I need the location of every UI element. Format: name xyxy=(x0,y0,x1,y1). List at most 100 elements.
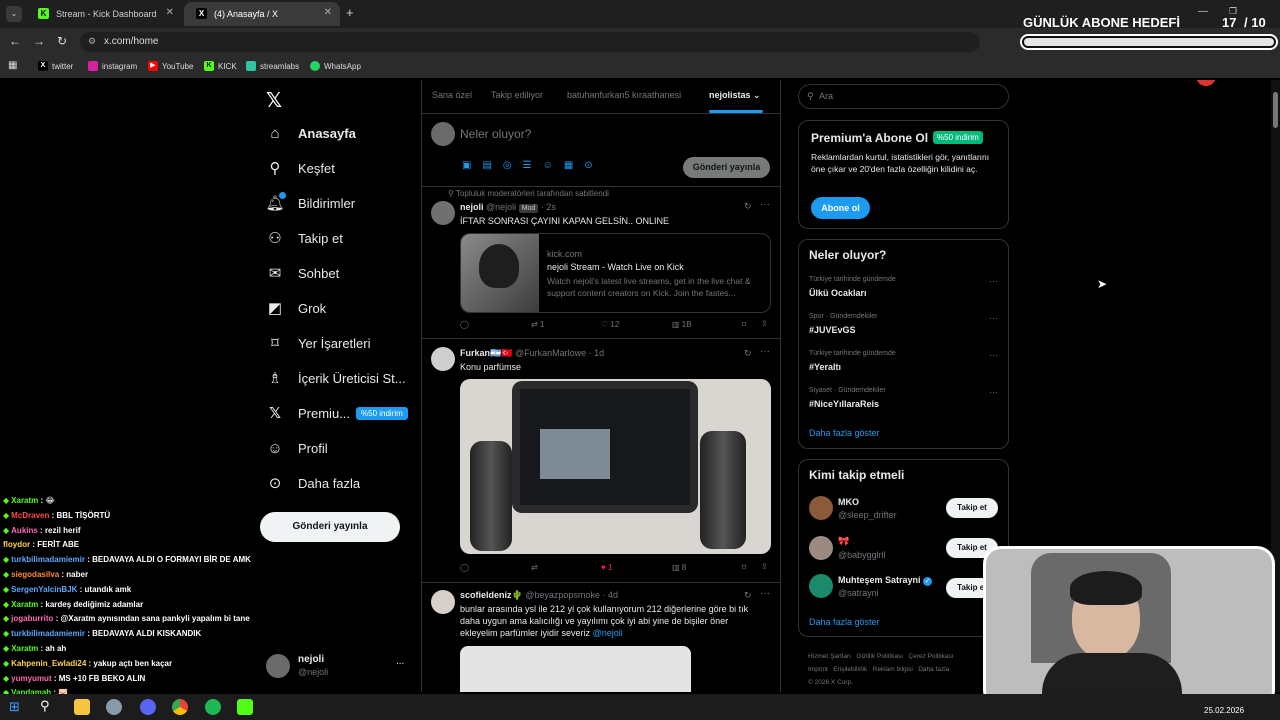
grok-icon[interactable]: ◎ xyxy=(503,160,523,171)
suggested-user-name[interactable]: Muhteşem Satrayni xyxy=(838,575,921,585)
x-logo-icon[interactable]: 𝕏 xyxy=(266,88,282,113)
compose-input[interactable]: Neler oluyor? xyxy=(460,127,531,141)
subscribe-button[interactable]: Abone ol xyxy=(811,197,870,219)
footer-link[interactable]: Çerez Politikası xyxy=(908,653,953,660)
app-icon[interactable] xyxy=(106,699,122,715)
sidebar-item-bookmarks[interactable]: ⌑ Yer İşaretleri xyxy=(266,329,370,357)
sidebar-item-messages[interactable]: ✉ Sohbet xyxy=(266,259,340,287)
reply-icon[interactable]: ◯ xyxy=(460,320,469,329)
poll-icon[interactable]: ☰ xyxy=(523,160,543,171)
tweet-author[interactable]: Furkan🇦🇷🇹🇷 xyxy=(460,348,512,358)
more-icon[interactable]: ··· xyxy=(760,588,770,599)
show-more-link[interactable]: Daha fazla göster xyxy=(809,428,880,438)
footer-link[interactable]: Reklam bilgisi xyxy=(873,666,913,673)
more-icon[interactable]: ··· xyxy=(989,387,998,397)
tab-list-chevron-icon[interactable]: ⌄ xyxy=(6,6,22,22)
minimize-icon[interactable]: — xyxy=(1198,6,1208,17)
trend-name[interactable]: #Yeraltı xyxy=(809,362,841,372)
chat-username[interactable]: jogaburrito xyxy=(11,614,53,623)
chat-username[interactable]: Xaratm xyxy=(11,600,38,609)
footer-link[interactable]: Imprint xyxy=(808,666,828,673)
chat-username[interactable]: SergenYalcinBJK xyxy=(11,585,77,594)
sidebar-item-premium[interactable]: 𝕏 Premiu... %50 indirim xyxy=(266,399,408,427)
more-icon[interactable]: ··· xyxy=(989,276,998,286)
bookmark-whatsapp[interactable]: WhatsApp xyxy=(310,61,361,71)
like-button[interactable]: ♡ 12 xyxy=(601,320,619,329)
tweet-author[interactable]: scofieldeniz🌵 xyxy=(460,590,523,600)
reply-icon[interactable]: ◯ xyxy=(460,563,469,572)
chat-username[interactable]: Xaratm xyxy=(11,644,38,653)
follow-button[interactable]: Takip et xyxy=(946,498,998,518)
emoji-icon[interactable]: ☺ xyxy=(543,160,564,171)
sidebar-item-profile[interactable]: ☺ Profil xyxy=(266,434,327,462)
chat-username[interactable]: turkbilimadamiemir xyxy=(11,555,85,564)
kick-app-icon[interactable] xyxy=(237,699,253,715)
bookmark-kick[interactable]: K KICK xyxy=(204,61,237,71)
schedule-icon[interactable]: ▦ xyxy=(564,160,584,171)
more-icon[interactable]: ··· xyxy=(760,346,770,357)
share-icon[interactable]: ⇪ xyxy=(761,319,768,328)
compose-post-button[interactable]: Gönderi yayınla xyxy=(683,157,770,178)
footer-link[interactable]: Erişilebilirlik xyxy=(833,666,867,673)
sidebar-item-notifications[interactable]: 🔔︎ Bildirimler xyxy=(265,189,355,217)
sidebar-item-follow[interactable]: ⚇ Takip et xyxy=(266,224,343,252)
chat-username[interactable]: floydor xyxy=(3,540,30,549)
bookmark-icon[interactable]: ⌑ xyxy=(742,563,746,572)
grok-icon[interactable]: ↻ xyxy=(744,201,752,212)
more-icon[interactable]: ··· xyxy=(989,313,998,323)
bookmark-streamlabs[interactable]: streamlabs xyxy=(246,61,299,71)
sidebar-item-grok[interactable]: ◩ Grok xyxy=(266,294,326,322)
tweet-photo[interactable] xyxy=(460,646,691,692)
bookmark-twitter[interactable]: Xtwitter xyxy=(38,61,73,71)
bookmark-instagram[interactable]: instagram xyxy=(88,61,137,71)
search-icon[interactable]: ⚲ xyxy=(40,698,50,714)
tweet-photo[interactable] xyxy=(460,379,771,554)
more-icon[interactable]: ··· xyxy=(760,199,770,210)
site-info-icon[interactable]: ⚙ xyxy=(88,36,96,47)
grok-icon[interactable]: ↻ xyxy=(744,348,752,359)
grok-icon[interactable]: ↻ xyxy=(744,590,752,601)
new-tab-button[interactable]: + xyxy=(346,5,354,20)
discord-icon[interactable] xyxy=(140,699,156,715)
tab-nejolistas[interactable]: nejolistas ⌄ xyxy=(709,90,761,101)
close-tab-icon[interactable]: ✕ xyxy=(324,7,332,18)
url-field[interactable]: ⚙ x.com/home xyxy=(80,32,980,52)
scrollbar-thumb[interactable] xyxy=(1273,92,1278,128)
tab-x-home[interactable]: X (4) Anasayfa / X ✕ xyxy=(184,2,340,26)
share-icon[interactable]: ⇪ xyxy=(761,562,768,571)
back-icon[interactable]: ← xyxy=(9,34,21,48)
gif-icon[interactable]: ▤ xyxy=(482,160,502,171)
chat-username[interactable]: McDraven xyxy=(11,511,49,520)
image-icon[interactable]: ▣ xyxy=(462,160,482,171)
file-explorer-icon[interactable] xyxy=(74,699,90,715)
trend-name[interactable]: Ülkü Ocakları xyxy=(809,288,867,298)
tab-following[interactable]: Takip ediliyor xyxy=(491,90,543,100)
windows-start-icon[interactable]: ⊞ xyxy=(9,699,20,715)
apps-grid-icon[interactable]: ▦ xyxy=(8,60,17,71)
bookmark-youtube[interactable]: ▶ YouTube xyxy=(148,61,193,71)
close-tab-icon[interactable]: ✕ xyxy=(166,7,174,18)
chrome-icon[interactable] xyxy=(172,699,188,715)
chat-username[interactable]: Xaratm xyxy=(11,496,38,505)
views-button[interactable]: ▥ 8 xyxy=(672,563,686,572)
tab-kiraathane[interactable]: batuhanfurkan5 kıraathanesi xyxy=(567,90,681,100)
views-button[interactable]: ▥ 1B xyxy=(672,320,692,329)
show-more-link[interactable]: Daha fazla göster xyxy=(809,617,880,627)
forward-icon[interactable]: → xyxy=(33,34,45,48)
chat-username[interactable]: Aukins xyxy=(11,526,38,535)
reload-icon[interactable]: ↻ xyxy=(57,34,67,48)
suggested-user-name[interactable]: 🎀 xyxy=(838,536,849,547)
chat-username[interactable]: turkbilimadamiemir xyxy=(11,629,85,638)
footer-link[interactable]: Gizlilik Politikası xyxy=(856,653,903,660)
trend-name[interactable]: #JUVEvGS xyxy=(809,325,856,335)
tab-kick-dashboard[interactable]: K Stream - Kick Dashboard ✕ xyxy=(26,2,182,26)
chat-username[interactable]: Kahpenin_Ewladi24 xyxy=(11,659,86,668)
footer-link[interactable]: Daha fazla xyxy=(918,666,949,673)
sidebar-item-creator-studio[interactable]: ♗ İçerik Üreticisi St... xyxy=(266,364,405,392)
chat-username[interactable]: siegodasilva xyxy=(11,570,59,579)
maximize-icon[interactable]: ❐ xyxy=(1229,6,1237,17)
spotify-icon[interactable] xyxy=(205,699,221,715)
location-icon[interactable]: ⊙ xyxy=(584,160,603,171)
more-icon[interactable]: ··· xyxy=(989,350,998,360)
footer-link[interactable]: Hizmet Şartları xyxy=(808,653,851,660)
